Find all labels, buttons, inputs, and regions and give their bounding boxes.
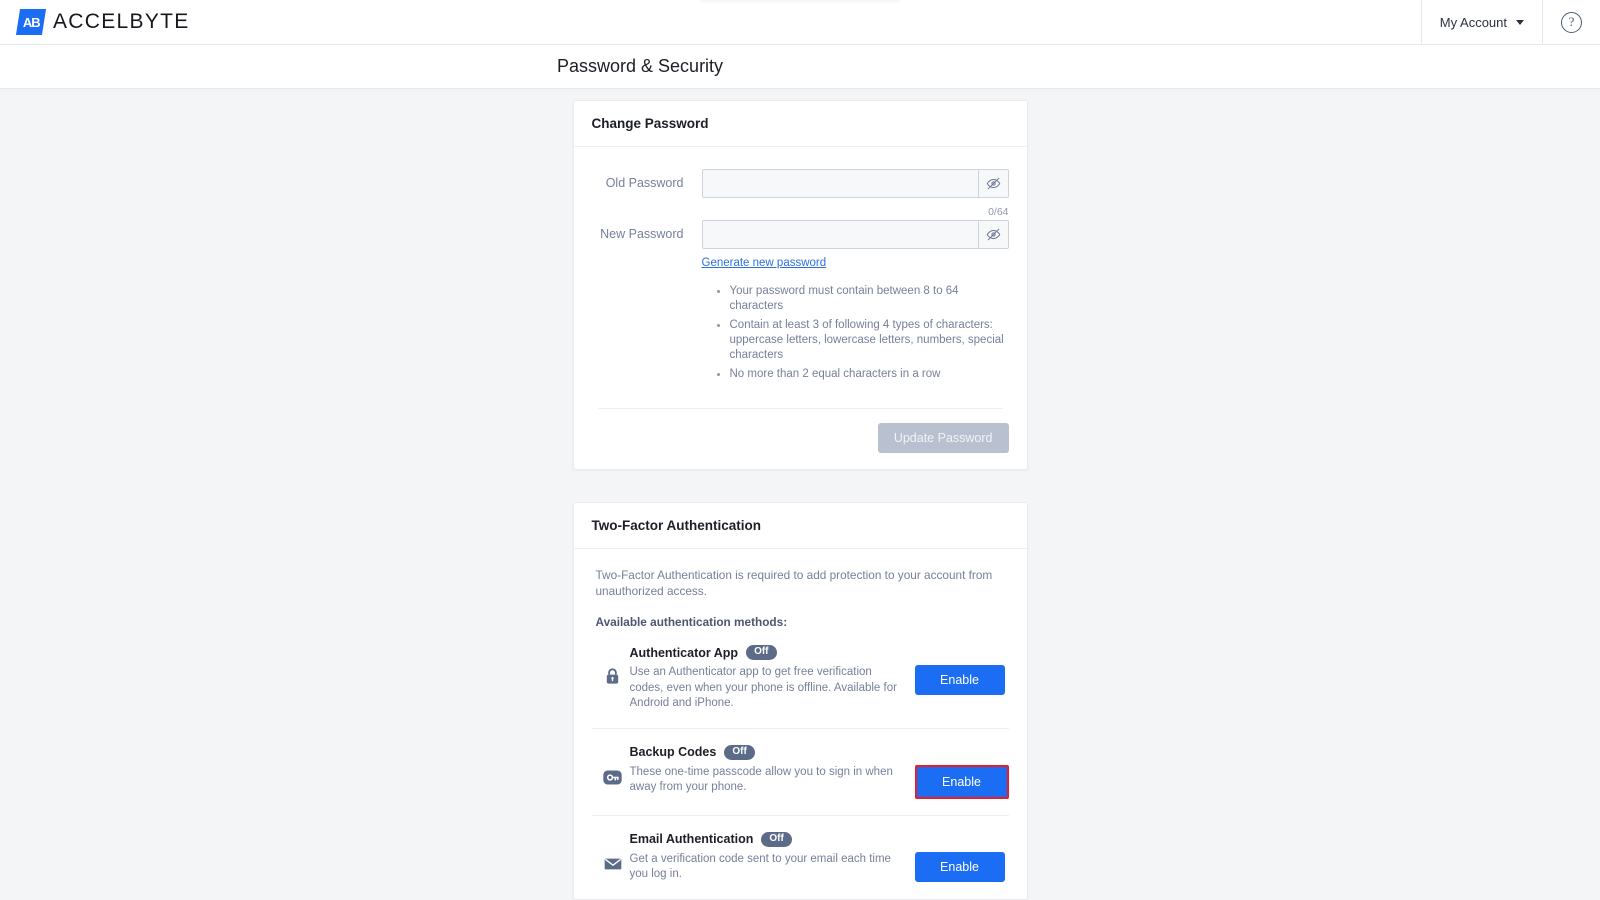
brand-logo[interactable]: AB ACCELBYTE [15,9,190,35]
method-row-email-authentication: Email Authentication Off Get a verificat… [591,814,1009,899]
method-title-row: Authenticator App Off [630,645,905,660]
lock-icon [596,645,630,686]
old-password-label: Old Password [605,176,684,190]
chevron-down-icon [1516,19,1524,25]
password-rule: Your password must contain between 8 to … [716,284,1009,314]
main-content: Change Password Old Password New Passwor… [0,89,1600,900]
page-title: Password & Security [557,56,724,76]
generate-new-password-link[interactable]: Generate new password [702,257,827,269]
top-shadow-overlay [700,0,900,4]
enable-email-authentication-button[interactable]: Enable [914,851,1005,882]
old-password-input[interactable] [702,170,978,197]
method-description: Use an Authenticator app to get free ver… [629,666,897,709]
method-action-backup-codes: Enable [914,745,1009,799]
available-methods-label: Available authentication methods: [595,615,788,629]
change-password-card: Change Password Old Password New Passwor… [572,100,1028,470]
question-mark-icon: ? [1561,11,1582,33]
status-badge: Off [746,645,777,660]
highlight-outline: Enable [914,764,1009,799]
change-password-body: Old Password New Password 0/64 Generate … [574,147,1027,469]
two-factor-body: Two-Factor Authentication is required to… [574,549,1027,899]
new-password-character-counter: 0/64 [988,206,1009,218]
method-title: Email Authentication [629,832,754,846]
method-title: Backup Codes [629,745,717,759]
method-text-authenticator-app: Authenticator App Off Use an Authenticat… [630,645,915,712]
accelbyte-logo-icon: AB [15,9,47,35]
old-password-input-wrap [701,169,1009,198]
update-password-row: Update Password [592,409,1009,469]
enable-authenticator-app-button[interactable]: Enable [914,665,1005,695]
my-account-menu[interactable]: My Account [1420,0,1542,45]
brand-mark-text: AB [22,14,40,30]
method-title-row: Email Authentication Off [629,831,905,847]
my-account-label: My Account [1439,14,1507,30]
method-title: Authenticator App [629,645,739,660]
method-action-authenticator-app: Enable [914,645,1005,695]
status-badge: Off [761,831,792,847]
method-title-row: Backup Codes Off [629,744,905,760]
password-rule: No more than 2 equal characters in a row [716,367,1009,382]
key-icon [596,745,630,788]
two-factor-intro-text: Two-Factor Authentication is required to… [595,568,993,598]
method-text-email-authentication: Email Authentication Off Get a verificat… [629,831,915,883]
enable-backup-codes-button[interactable]: Enable [916,766,1007,797]
top-bar-right-group: My Account ? [1420,0,1600,45]
update-password-button[interactable]: Update Password [877,423,1009,453]
two-factor-heading: Two-Factor Authentication [573,503,1027,549]
password-rules-list: Your password must contain between 8 to … [716,284,1009,382]
method-row-authenticator-app: Authenticator App Off Use an Authenticat… [592,629,1009,728]
password-rule: Contain at least 3 of following 4 types … [716,318,1009,363]
method-description: These one-time passcode allow you to sig… [629,765,893,794]
status-badge: Off [724,744,755,760]
envelope-icon [596,832,630,874]
new-password-label: New Password [600,227,684,241]
method-text-backup-codes: Backup Codes Off These one-time passcode… [629,744,915,796]
old-password-row: Old Password [592,147,1009,198]
new-password-eye-off-icon[interactable] [977,221,1008,248]
method-action-email-authentication: Enable [914,832,1005,882]
top-navigation-bar: AB ACCELBYTE My Account ? [0,0,1600,45]
new-password-field-col: 0/64 Generate new password Your password… [701,206,1009,386]
method-row-backup-codes: Backup Codes Off These one-time passcode… [591,727,1009,815]
new-password-input-wrap [701,220,1009,249]
brand-wordmark: ACCELBYTE [53,10,190,33]
old-password-field-col [701,169,1009,198]
change-password-heading: Change Password [573,101,1027,147]
old-password-eye-off-icon[interactable] [977,170,1008,197]
help-button[interactable]: ? [1542,0,1600,45]
new-password-input[interactable] [702,221,978,248]
new-password-row: New Password 0/64 Generate new password … [592,198,1009,386]
method-description: Get a verification code sent to your ema… [629,852,891,881]
page-title-bar: Password & Security [0,45,1600,89]
two-factor-authentication-card: Two-Factor Authentication Two-Factor Aut… [572,502,1028,900]
